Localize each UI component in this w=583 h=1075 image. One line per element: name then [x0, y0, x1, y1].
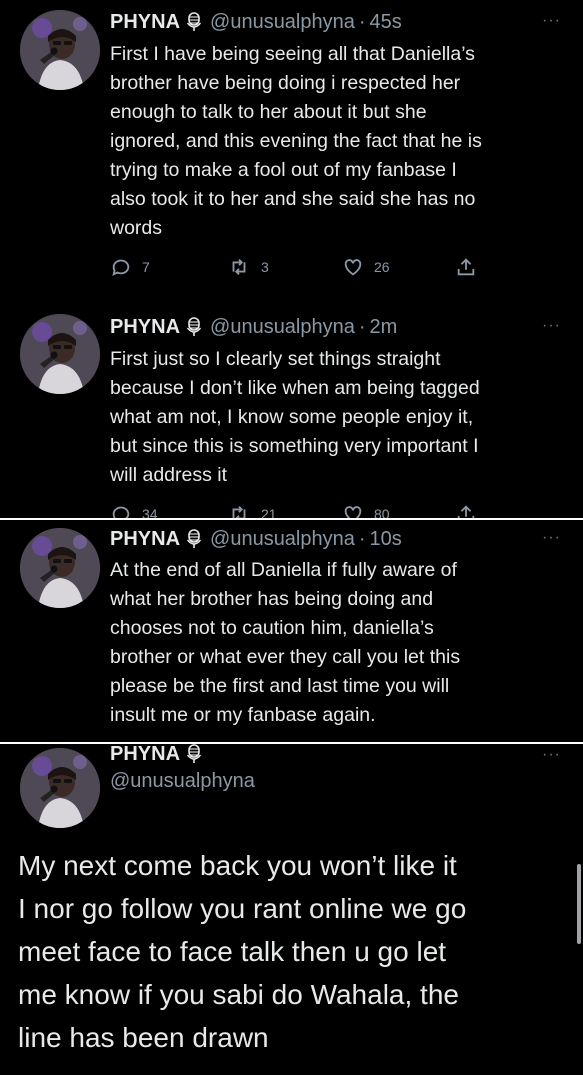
like-button[interactable]: 26 — [342, 256, 390, 278]
username[interactable]: @unusualphyna — [210, 528, 355, 551]
more-options-icon[interactable]: ··· — [542, 746, 561, 764]
display-name[interactable]: PHYNA — [110, 11, 180, 34]
avatar[interactable] — [20, 528, 100, 608]
timestamp[interactable]: 2m — [370, 316, 398, 339]
display-name[interactable]: PHYNA — [110, 316, 180, 339]
display-name[interactable]: PHYNA — [110, 528, 180, 551]
avatar[interactable] — [20, 10, 100, 90]
microphone-badge-icon — [186, 744, 202, 764]
tweet-text: First I have being seeing all that Danie… — [110, 43, 482, 239]
like-count: 26 — [374, 259, 390, 275]
timestamp[interactable]: 45s — [370, 11, 402, 34]
reply-icon — [112, 506, 130, 518]
tweet-card-3[interactable]: PHYNA @unusualphyna · 10s ··· At the end… — [0, 520, 583, 742]
username[interactable]: @unusualphyna — [110, 770, 255, 793]
retweet-icon — [232, 506, 246, 518]
username[interactable]: @unusualphyna — [210, 316, 355, 339]
tweet-card-1[interactable]: PHYNA @unusualphyna · 45s ··· First I ha… — [0, 0, 583, 305]
tweet-header: PHYNA @unusualphyna · 45s — [110, 8, 553, 36]
avatar[interactable] — [20, 748, 100, 828]
reply-count: 7 — [142, 259, 150, 275]
tweet-text: At the end of all Daniella if fully awar… — [110, 559, 461, 726]
tweet-card-2[interactable]: PHYNA @unusualphyna · 2m ··· First just … — [0, 305, 583, 518]
tweet-card-4[interactable]: PHYNA ··· @unusualphyna My next come bac… — [0, 744, 583, 1075]
tweet-header: PHYNA @unusualphyna · 2m — [110, 313, 553, 341]
timestamp[interactable]: 10s — [370, 528, 402, 551]
retweet-icon — [232, 259, 246, 275]
reply-icon — [112, 259, 130, 277]
reply-count: 34 — [142, 506, 158, 518]
retweet-button[interactable]: 21 — [227, 503, 277, 518]
display-name[interactable]: PHYNA — [110, 744, 180, 766]
microphone-badge-icon — [186, 12, 202, 32]
share-icon — [457, 258, 475, 276]
tweet-header: PHYNA @unusualphyna · 10s — [110, 525, 553, 553]
retweet-count: 3 — [261, 259, 269, 275]
microphone-badge-icon — [186, 529, 202, 549]
share-button[interactable] — [455, 503, 487, 518]
reply-button[interactable]: 7 — [110, 256, 150, 278]
share-button[interactable] — [455, 256, 487, 278]
like-count: 80 — [374, 506, 390, 518]
heart-icon — [344, 259, 362, 276]
tweet-text: First just so I clearly set things strai… — [110, 348, 480, 486]
like-button[interactable]: 80 — [342, 503, 390, 518]
tweet-text: My next come back you won’t like it I no… — [18, 850, 467, 1053]
microphone-badge-icon — [186, 317, 202, 337]
separator-dot: · — [358, 10, 366, 33]
more-options-icon[interactable]: ··· — [542, 317, 561, 335]
retweet-count: 21 — [261, 506, 277, 518]
tweet-header: PHYNA — [110, 744, 553, 768]
heart-icon — [344, 506, 362, 518]
avatar[interactable] — [20, 314, 100, 394]
share-icon — [457, 505, 475, 518]
separator-dot: · — [358, 527, 366, 550]
separator-dot: · — [358, 315, 366, 338]
more-options-icon[interactable]: ··· — [542, 12, 561, 30]
reply-button[interactable]: 34 — [110, 503, 158, 518]
scrollbar[interactable] — [577, 864, 581, 944]
more-options-icon[interactable]: ··· — [542, 529, 561, 547]
username[interactable]: @unusualphyna — [210, 11, 355, 34]
retweet-button[interactable]: 3 — [227, 256, 269, 278]
